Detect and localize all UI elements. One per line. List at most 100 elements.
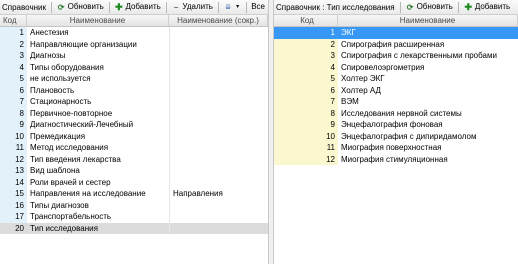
cell-code: 8 <box>0 107 27 119</box>
table-row[interactable]: 11 Миография поверхностная <box>274 142 518 154</box>
table-row[interactable]: 4 Типы оборудования <box>0 61 268 73</box>
cell-code: 11 <box>0 142 27 154</box>
table-row[interactable]: 7 ВЭМ <box>274 96 518 108</box>
cell-short <box>169 107 268 119</box>
add-button[interactable]: ✚ Добавить <box>111 0 163 14</box>
cell-name: Типы оборудования <box>30 62 104 72</box>
cell-short <box>169 96 268 108</box>
table-row[interactable]: 13 Вид шаблона <box>0 165 268 177</box>
add-label: Добавить <box>125 2 161 11</box>
cell-short <box>169 199 268 211</box>
refresh-button[interactable]: ⟳ Обновить <box>54 0 107 14</box>
cell-code: 1 <box>274 27 338 39</box>
table-row[interactable]: 2 Направляющие организации <box>0 38 268 50</box>
cell-code: 12 <box>274 153 338 165</box>
cell-code: 16 <box>0 199 27 211</box>
import-dropdown-button[interactable]: ⇊ ▾ <box>221 0 244 14</box>
right-grid-body: 1 ЭКГ 2 Спирография расширенная 3 Спирография… <box>274 27 518 165</box>
cell-code: 6 <box>274 84 338 96</box>
delete-button[interactable]: − Удалить <box>168 0 216 14</box>
left-grid-body: 1 Анестезия 2 Направляющие организации 3 Диаг… <box>0 27 268 234</box>
table-row[interactable]: 16 Типы диагнозов <box>0 199 268 211</box>
column-header-name[interactable]: Наименование <box>338 15 518 26</box>
delete-label: Удалить <box>182 2 213 11</box>
right-toolbar-title: Справочник : Тип исследования <box>276 2 395 12</box>
cell-code: 10 <box>274 130 338 142</box>
table-row[interactable]: 10 Премедикация <box>0 130 268 142</box>
cell-name: Анестезия <box>30 28 69 37</box>
toolbar-separator <box>108 1 110 13</box>
cell-name: Спирография расширенная <box>341 39 445 49</box>
toolbar-separator <box>165 1 167 13</box>
table-row[interactable]: 17 Транспортабельность <box>0 211 268 223</box>
add-button[interactable]: ✚ Добавить <box>461 0 513 14</box>
cell-code: 5 <box>0 73 27 85</box>
table-row[interactable]: 7 Стационарность <box>0 96 268 108</box>
table-row[interactable]: 8 Исследования нервной системы <box>274 107 518 119</box>
cell-name: Плановость <box>30 85 75 95</box>
cell-short <box>169 130 268 142</box>
cell-short <box>169 165 268 177</box>
table-row[interactable]: 9 Диагностический-Лечебный <box>0 119 268 131</box>
table-row[interactable]: 15 Направления на исследование Направления <box>0 188 268 200</box>
reference-detail-pane: Справочник : Тип исследования ⟳ Обновить… <box>274 0 518 264</box>
cell-name: Спировелоэргометрия <box>341 62 425 72</box>
table-row[interactable]: 5 Холтер ЭКГ <box>274 73 518 85</box>
show-all-label: Все <box>251 2 265 11</box>
table-row[interactable]: 11 Метод исследования <box>0 142 268 154</box>
cell-code: 20 <box>0 222 27 234</box>
cell-code: 17 <box>0 211 27 223</box>
toolbar-separator <box>217 1 219 13</box>
right-grid-header: Код Наименование <box>274 15 518 27</box>
table-row[interactable]: 20 Тип исследования <box>0 222 268 234</box>
cell-name: Направляющие организации <box>30 39 137 49</box>
cell-code: 15 <box>0 188 27 200</box>
cell-code: 5 <box>274 73 338 85</box>
show-all-button[interactable]: Все <box>248 0 268 14</box>
cell-code: 11 <box>274 142 338 154</box>
cell-code: 12 <box>0 153 27 165</box>
table-row[interactable]: 12 Тип введения лекарства <box>0 153 268 165</box>
table-row[interactable]: 12 Миография стимуляционная <box>274 153 518 165</box>
refresh-label: Обновить <box>416 2 453 11</box>
table-row[interactable]: 6 Плановость <box>0 84 268 96</box>
delete-icon: − <box>173 2 179 12</box>
table-row[interactable]: 1 Анестезия <box>0 27 268 39</box>
column-header-name[interactable]: Наименование <box>27 15 169 26</box>
left-grid-header: Код Наименование Наименование (сокр.) <box>0 15 268 27</box>
table-row[interactable]: 5 не используется <box>0 73 268 85</box>
cell-name: Холтер ЭКГ <box>341 74 385 83</box>
table-row[interactable]: 6 Холтер АД <box>274 84 518 96</box>
cell-name: Роли врачей и сестер <box>30 177 111 187</box>
toolbar-separator <box>399 1 401 13</box>
table-row[interactable]: 3 Диагнозы <box>0 50 268 62</box>
cell-code: 10 <box>0 130 27 142</box>
cell-short <box>169 38 268 50</box>
column-header-code[interactable]: Код <box>274 15 338 26</box>
cell-name: Тип введения лекарства <box>30 154 121 164</box>
cell-name: Первичное-повторное <box>30 108 113 118</box>
cell-short <box>169 27 268 39</box>
cell-name: Энцефалография с дипиридамолом <box>341 131 477 141</box>
table-row[interactable]: 2 Спирография расширенная <box>274 38 518 50</box>
cell-code: 4 <box>274 61 338 73</box>
table-row[interactable]: 9 Энцефалография фоновая <box>274 119 518 131</box>
column-header-short-name[interactable]: Наименование (сокр.) <box>169 15 268 26</box>
cell-name: Диагностический-Лечебный <box>30 120 134 129</box>
table-row[interactable]: 1 ЭКГ <box>274 27 518 39</box>
cell-code: 9 <box>274 119 338 131</box>
table-row[interactable]: 4 Спировелоэргометрия <box>274 61 518 73</box>
right-toolbar: Справочник : Тип исследования ⟳ Обновить… <box>274 0 518 15</box>
column-header-code[interactable]: Код <box>0 15 27 26</box>
cell-code: 13 <box>0 165 27 177</box>
table-row[interactable]: 8 Первичное-повторное <box>0 107 268 119</box>
toolbar-separator <box>457 1 459 13</box>
table-row[interactable]: 3 Спирография с лекарственными пробами <box>274 50 518 62</box>
table-row[interactable]: 10 Энцефалография с дипиридамолом <box>274 130 518 142</box>
refresh-button[interactable]: ⟳ Обновить <box>403 0 456 14</box>
add-label: Добавить <box>474 2 511 11</box>
cell-short <box>169 119 268 131</box>
table-row[interactable]: 14 Роли врачей и сестер <box>0 176 268 188</box>
cell-name: Миография поверхностная <box>341 143 442 152</box>
cell-name: Вид шаблона <box>30 166 80 175</box>
